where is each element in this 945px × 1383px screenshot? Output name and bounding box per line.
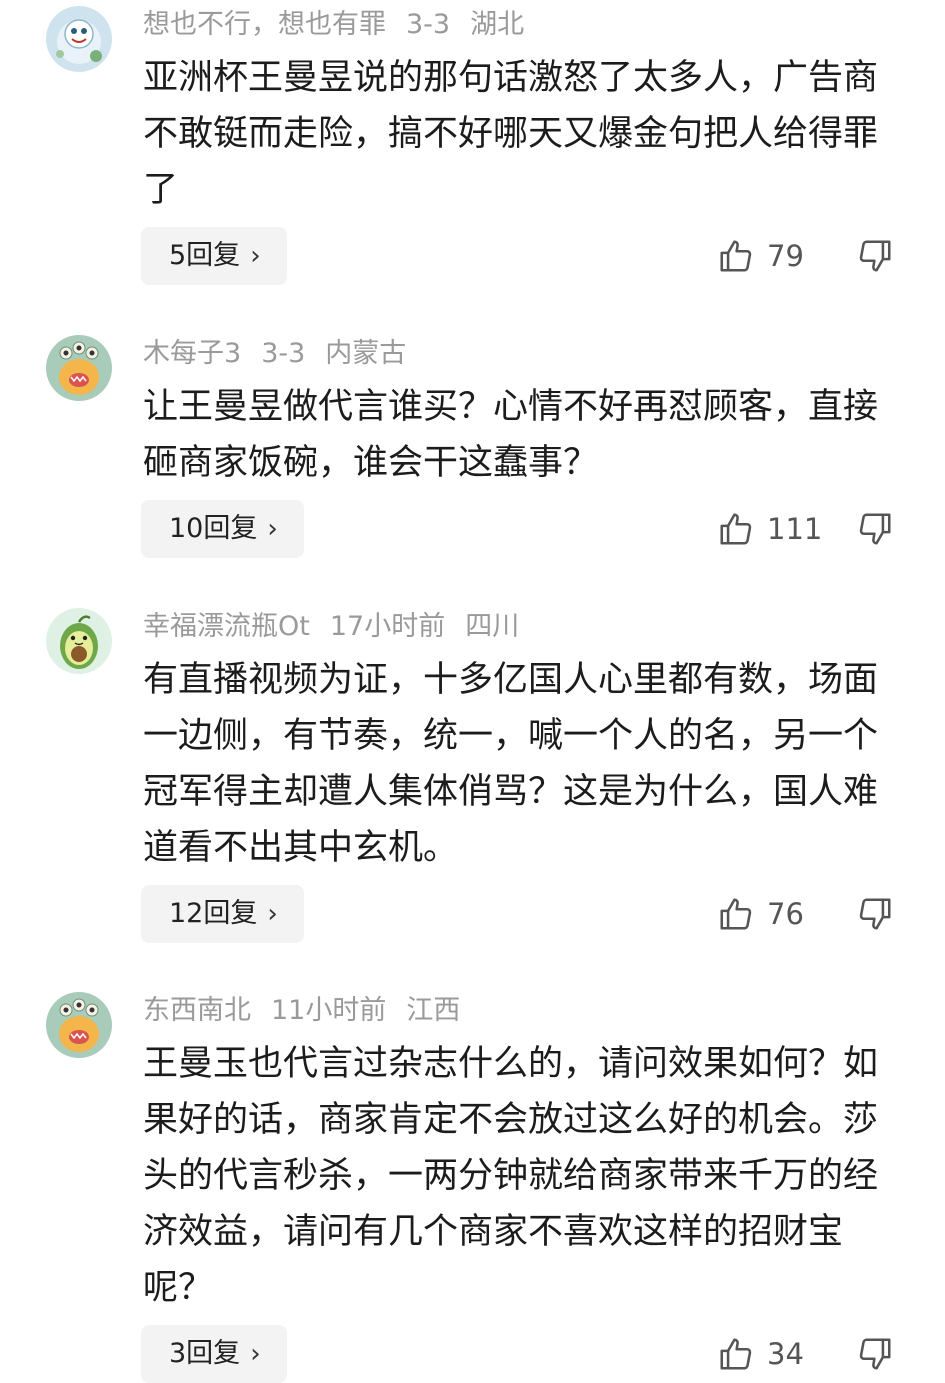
avatar[interactable] (46, 335, 112, 401)
thumbs-down-icon (859, 240, 891, 272)
username[interactable]: 幸福漂流瓶Ot (143, 611, 310, 642)
dislike-button[interactable] (856, 885, 894, 943)
thumbs-up-icon (720, 898, 752, 930)
comment-location: 湖北 (470, 9, 525, 40)
avatar[interactable] (46, 992, 112, 1058)
username[interactable]: 想也不行，想也有罪 (143, 9, 386, 40)
thumbs-down-icon (859, 898, 891, 930)
like-count: 79 (767, 239, 804, 273)
chevron-right-icon: › (267, 514, 278, 544)
like-button[interactable]: 111 (717, 500, 822, 558)
chevron-right-icon: › (250, 241, 261, 271)
avatar[interactable] (46, 608, 112, 674)
comment-text: 亚洲杯王曼昱说的那句话激怒了太多人，广告商不敢铤而走险，搞不好哪天又爆金句把人给… (143, 58, 879, 210)
comment-date: 3-3 (261, 338, 306, 369)
thumbs-up-icon (720, 513, 752, 545)
comment-text: 王曼玉也代言过杂志什么的，请问效果如何？如果好的话，商家肯定不会放过这么好的机会… (143, 1044, 879, 1308)
thumbs-down-icon (859, 513, 891, 545)
replies-label: 5回复 (169, 240, 241, 271)
monster-avatar-icon (46, 335, 112, 401)
doraemon-avatar-icon (46, 6, 112, 72)
like-button[interactable]: 79 (717, 227, 804, 285)
comment-meta: 东西南北 11小时前 江西 (143, 988, 480, 1034)
replies-button[interactable]: 12回复 › (141, 885, 304, 943)
avocado-avatar-icon (46, 608, 112, 674)
replies-label: 10回复 (169, 513, 258, 544)
like-button[interactable]: 34 (717, 1325, 804, 1383)
comment-location: 四川 (465, 611, 520, 642)
username[interactable]: 木每子3 (143, 338, 241, 369)
comment-date: 17小时前 (329, 611, 446, 642)
like-button[interactable]: 76 (717, 885, 804, 943)
like-count: 111 (767, 512, 823, 546)
replies-label: 12回复 (169, 898, 258, 929)
replies-label: 3回复 (169, 1338, 241, 1369)
dislike-button[interactable] (856, 227, 894, 285)
like-count: 34 (767, 1337, 804, 1371)
comment-meta: 想也不行，想也有罪 3-3 湖北 (143, 2, 544, 48)
comment-location: 内蒙古 (325, 338, 407, 369)
chevron-right-icon: › (267, 899, 278, 929)
comment-date: 11小时前 (271, 995, 387, 1026)
thumbs-up-icon (720, 240, 752, 272)
thumbs-down-icon (859, 1338, 891, 1370)
chevron-right-icon: › (250, 1339, 261, 1369)
comment-date: 3-3 (406, 9, 451, 40)
replies-button[interactable]: 5回复 › (141, 227, 287, 285)
monster-avatar-icon (46, 992, 112, 1058)
comment-location: 江西 (406, 995, 461, 1026)
avatar[interactable] (46, 6, 112, 72)
username[interactable]: 东西南北 (143, 995, 251, 1026)
dislike-button[interactable] (856, 1325, 894, 1383)
comment-meta: 木每子3 3-3 内蒙古 (143, 331, 426, 377)
comment-text: 让王曼昱做代言谁买？心情不好再怼顾客，直接砸商家饭碗，谁会干这蠢事？ (143, 387, 879, 483)
replies-button[interactable]: 3回复 › (141, 1325, 287, 1383)
comment-text: 有直播视频为证，十多亿国人心里都有数，场面一边侧，有节奏，统一，喊一个人的名，另… (143, 660, 879, 868)
replies-button[interactable]: 10回复 › (141, 500, 304, 558)
dislike-button[interactable] (856, 500, 894, 558)
thumbs-up-icon (720, 1338, 752, 1370)
like-count: 76 (767, 897, 804, 931)
comment-meta: 幸福漂流瓶Ot 17小时前 四川 (143, 604, 539, 650)
